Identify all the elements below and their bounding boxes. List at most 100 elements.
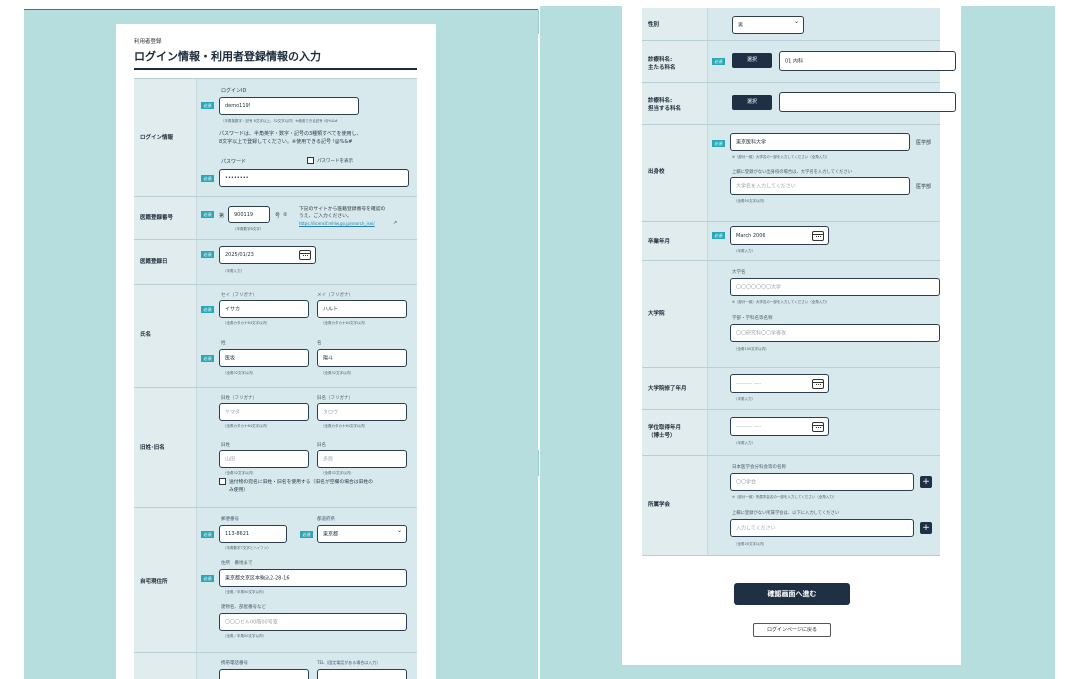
mei-input[interactable]: 陽斗 <box>317 349 407 367</box>
row-login: ログイン情報 ログインID 必須 demo119! （半角英数字・記号 8文字以… <box>134 79 417 197</box>
required-badge: 必須 <box>201 355 214 362</box>
degree-th: 学位取得年月 <box>648 425 682 431</box>
dept-sub-th: 診療科名: <box>648 98 673 104</box>
use-old-name-checkbox[interactable] <box>219 478 226 485</box>
old-name-hint: （全角32文字以内） <box>321 471 354 475</box>
calendar-icon[interactable] <box>812 231 824 241</box>
required-badge: 必須 <box>712 58 725 65</box>
grad-dept-input[interactable]: 〇〇研究科〇〇学専攻 <box>730 324 940 342</box>
use-old-name-label: 送付物の宛名に旧姓・旧名を使用する（旧名が空欄の場合は旧姓の <box>229 480 373 485</box>
society-label: 日本医学会分科会等の名称 <box>732 465 786 470</box>
dept-main-th: 主たる科名 <box>648 65 676 71</box>
building-label: 建物名、部屋番号など <box>221 605 266 610</box>
school-hint: （全角50文字以内） <box>734 199 767 203</box>
row-name: 氏名 セイ（フリガナ） メイ（フリガナ） 必須 イサカ ハルト （全角カタカナ6… <box>134 285 417 388</box>
mei-kana-label: メイ（フリガナ） <box>317 293 353 298</box>
required-badge: 必須 <box>201 531 214 538</box>
prefecture-select[interactable]: 東京都 <box>317 525 407 543</box>
univ-input[interactable]: 〇〇〇〇〇〇〇大学 <box>730 278 940 296</box>
page-caption: 利用者登録 <box>134 39 162 45</box>
old-mei-input[interactable]: 多郎 <box>317 450 407 468</box>
old-sei-kana-input[interactable]: ヤマダ <box>219 403 309 421</box>
kana-hint: （全角カタカナ64文字以内） <box>321 321 368 325</box>
medical-number-input[interactable]: 900119 <box>228 206 270 223</box>
building-hint: （全角／半角50文字以内） <box>223 634 266 638</box>
school-input[interactable]: 東京医科大学 <box>730 133 910 151</box>
medical-number-suffix: 号 <box>275 213 281 219</box>
old-mei-kana-input[interactable]: タロウ <box>317 403 407 421</box>
dept-sub-th: 担当する科名 <box>648 106 682 112</box>
medical-number-hint: （半角数字6文字） <box>233 227 264 231</box>
tel-input[interactable] <box>317 669 407 679</box>
row-phone: 携帯電話番号 TEL（固定電話がある場合は入力） <box>134 653 417 679</box>
info-icon[interactable]: ② <box>283 212 287 218</box>
medical-number-prefix: 第 <box>219 213 225 219</box>
mobile-input[interactable] <box>219 669 309 679</box>
school-note: ※（部分一致）大学名の一部を入力してください（全角入力） <box>732 155 830 159</box>
use-old-name-label: み使用） <box>229 488 249 493</box>
school-th: 出身校 <box>648 169 665 175</box>
login-id-hint: （半角英数字・記号 8文字以上、32文字以内）※使用できる記号 !@%&# <box>221 119 338 123</box>
login-th: ログイン情報 <box>140 135 174 141</box>
grad-school-end-th: 大学院修了年月 <box>648 386 687 392</box>
mei-kana-input[interactable]: ハルト <box>317 300 407 318</box>
required-badge: 必須 <box>712 140 725 147</box>
select-dept-main-button[interactable]: 選択 <box>732 53 772 68</box>
society-th: 所属学会 <box>648 502 671 508</box>
zip-input[interactable]: 113-8621 <box>219 525 287 543</box>
right-form-card: 性別 男 診療科名: 主たる科名 必須 選択 01 内科 診療科名: 担当する科… <box>622 0 961 665</box>
row-school: 出身校 必須 東京医科大学 医学部 ※（部分一致）大学名の一部を入力してください… <box>642 125 940 222</box>
add-society-button[interactable]: + <box>920 476 932 488</box>
school-suffix: 医学部 <box>916 140 932 146</box>
old-mei-label: 旧名 <box>317 443 326 448</box>
name-hint: （全角32文字以内） <box>321 371 354 375</box>
gender-select[interactable]: 男 <box>732 16 804 34</box>
old-sei-input[interactable]: 山田 <box>219 450 309 468</box>
calendar-icon[interactable] <box>299 250 311 260</box>
building-input[interactable]: 〇〇〇ビル00階00号室 <box>219 613 407 631</box>
required-badge: 必須 <box>201 251 214 258</box>
society-input[interactable]: 〇〇学会 <box>730 473 914 491</box>
sei-kana-input[interactable]: イサカ <box>219 300 309 318</box>
kana-hint: （全角カタカナ64文字以内） <box>223 424 270 428</box>
society-other-input[interactable]: 入力してください <box>730 519 914 537</box>
dept-sub-input[interactable] <box>779 92 956 112</box>
old-sei-kana-label: 旧姓（フリガナ） <box>221 396 257 401</box>
calendar-icon[interactable] <box>812 422 824 432</box>
add-society-other-button[interactable]: + <box>920 522 932 534</box>
show-password-checkbox[interactable] <box>307 157 314 164</box>
select-dept-sub-button[interactable]: 選択 <box>732 95 772 110</box>
required-badge: 必須 <box>712 232 725 239</box>
mei-label: 名 <box>317 341 322 346</box>
back-to-login-button[interactable]: ログインページに戻る <box>753 623 831 637</box>
required-badge: 必須 <box>201 175 214 182</box>
row-grad-school: 大学院 大学名 〇〇〇〇〇〇〇大学 ※（部分一致）大学名の一部を入力してください… <box>642 261 940 368</box>
pref-label: 都道府県 <box>317 517 335 522</box>
mhlw-link[interactable]: https://licensif.mhlw.go.jp/search_isei/ <box>299 221 375 226</box>
password-input[interactable]: •••••••• <box>219 169 409 187</box>
sei-input[interactable]: 医坂 <box>219 349 309 367</box>
divider-line <box>538 10 539 34</box>
top-divider <box>24 9 538 10</box>
required-badge: 必須 <box>201 575 214 582</box>
sei-kana-label: セイ（フリガナ） <box>221 293 257 298</box>
medical-number-desc: うえ、ご入力ください。 <box>299 214 352 219</box>
row-dept-main: 診療科名: 主たる科名 必須 選択 01 内科 <box>642 41 956 83</box>
login-id-input[interactable]: demo119! <box>219 97 359 115</box>
address-input[interactable]: 東京都文京区本駒込2-28-16 <box>219 569 407 587</box>
medical-number-th: 医籍登録番号 <box>140 215 174 221</box>
calendar-icon[interactable] <box>812 379 824 389</box>
tel-label: TEL（固定電話がある場合は入力） <box>317 660 381 665</box>
old-mei-kana-label: 旧名（フリガナ） <box>317 396 353 401</box>
row-gender: 性別 男 <box>642 8 940 41</box>
zip-label: 郵便番号 <box>221 517 239 522</box>
dept-main-input[interactable]: 01 内科 <box>779 51 956 71</box>
school-other-input[interactable]: 大学名を入力してください <box>730 177 910 195</box>
confirm-button[interactable]: 確認画面へ進む <box>734 583 850 605</box>
page-title: ログイン情報・利用者登録情報の入力 <box>134 50 321 63</box>
registration-table: 性別 男 診療科名: 主たる科名 必須 選択 01 内科 診療科名: 担当する科… <box>642 8 956 556</box>
grad-dept-label: 学部・学科名等名称 <box>732 316 773 321</box>
zip-hint: （半角数字7文字とハイフン） <box>223 546 271 550</box>
sei-label: 姓 <box>221 341 226 346</box>
password-desc: 8文字以上で登録してください。※使用できる記号 !@%&# <box>219 139 353 145</box>
